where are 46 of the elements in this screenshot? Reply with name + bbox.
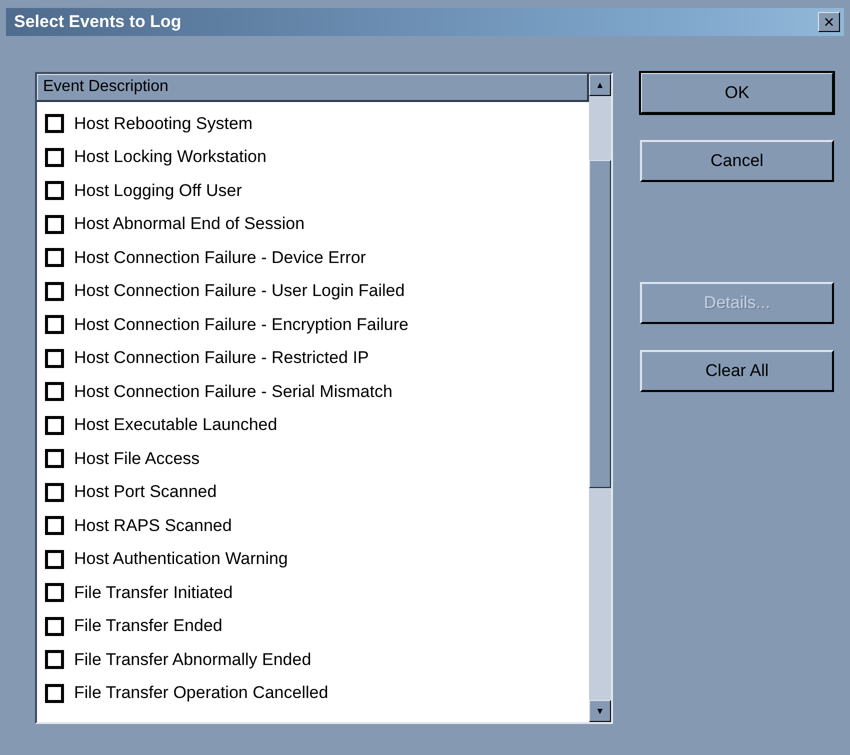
checkbox[interactable] — [45, 315, 64, 334]
dialog-button[interactable]: OK — [640, 72, 834, 114]
event-label: Host RAPS Scanned — [74, 516, 232, 536]
event-label: Host Locking Workstation — [74, 147, 266, 168]
event-label: Host Connection Failure - Encryption Failure — [74, 314, 408, 335]
scroll-up-button[interactable]: ▲ — [589, 74, 611, 96]
event-label: File Transfer Ended — [74, 616, 222, 636]
checkbox[interactable] — [45, 482, 64, 502]
event-label: Host Connection Failure - User Login Failed — [74, 281, 405, 302]
event-label: Host Port Scanned — [74, 482, 217, 502]
dialog-button[interactable]: Clear All — [640, 350, 834, 392]
event-label: Host Connection Failure - Device Error — [74, 248, 366, 268]
checkbox[interactable] — [45, 516, 64, 536]
event-label: Host Logging Off User — [74, 180, 242, 201]
close-button[interactable]: × — [818, 12, 840, 32]
checkbox[interactable] — [45, 348, 64, 368]
event-label: Host Rebooting System — [74, 114, 253, 134]
checkbox[interactable] — [45, 550, 64, 569]
event-label: Host File Access — [74, 448, 200, 469]
column-header[interactable]: Event Description — [37, 74, 589, 102]
checkbox[interactable] — [45, 181, 64, 200]
event-label: File Transfer Abnormally Ended — [74, 650, 312, 670]
checkbox[interactable] — [45, 114, 64, 134]
event-label: File Transfer Initiated — [74, 582, 233, 603]
scrollbar[interactable]: ▲ ▼ — [589, 74, 611, 722]
checkbox[interactable] — [45, 214, 64, 234]
scroll-thumb[interactable] — [589, 160, 611, 488]
checkbox[interactable] — [45, 650, 64, 670]
event-label: Host Authentication Warning — [74, 549, 288, 570]
checkbox[interactable] — [45, 684, 64, 703]
dialog-button[interactable]: Cancel — [640, 140, 834, 182]
checkbox[interactable] — [45, 616, 64, 636]
checkbox[interactable] — [45, 248, 64, 268]
event-label: Host Executable Launched — [74, 415, 278, 436]
checkbox[interactable] — [45, 148, 64, 167]
event-label: Host Abnormal End of Session — [74, 214, 305, 234]
event-label: Host Connection Failure - Restricted IP — [74, 348, 369, 368]
window-title: Select Events to Log — [14, 12, 182, 32]
checkbox[interactable] — [45, 583, 64, 602]
event-label: Host Connection Failure - Serial Mismatch — [74, 382, 392, 402]
scroll-down-button[interactable]: ▼ — [589, 700, 611, 722]
checkbox[interactable] — [45, 382, 64, 402]
checkbox[interactable] — [45, 282, 64, 301]
event-label: File Transfer Operation Cancelled — [74, 683, 328, 704]
checkbox[interactable] — [45, 449, 64, 468]
checkbox[interactable] — [45, 416, 64, 435]
